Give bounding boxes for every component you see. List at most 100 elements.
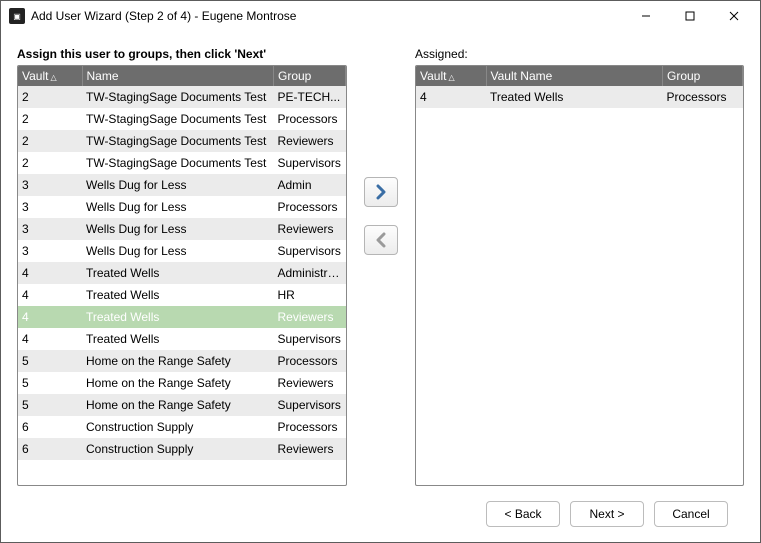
cell-name: Home on the Range Safety — [82, 394, 274, 416]
cell-vault: 4 — [416, 86, 486, 108]
cell-name: Construction Supply — [82, 416, 274, 438]
col-header-name[interactable]: Name — [82, 66, 274, 86]
table-row[interactable]: 4Treated WellsHR — [18, 284, 346, 306]
col-header-vault-name-text: Vault Name — [491, 69, 553, 83]
col-header-group[interactable]: Group — [663, 66, 743, 86]
cell-vault: 3 — [18, 240, 82, 262]
cell-vault: 5 — [18, 350, 82, 372]
table-row[interactable]: 4Treated WellsAdministrat... — [18, 262, 346, 284]
cell-vault: 2 — [18, 130, 82, 152]
cell-name: TW-StagingSage Documents Test — [82, 86, 274, 108]
cell-name: Wells Dug for Less — [82, 240, 274, 262]
cell-group: Reviewers — [274, 218, 346, 240]
cell-group: HR — [274, 284, 346, 306]
cell-vault: 6 — [18, 416, 82, 438]
available-pane: Assign this user to groups, then click '… — [17, 47, 347, 486]
titlebar: ▣ Add User Wizard (Step 2 of 4) - Eugene… — [1, 1, 760, 31]
app-icon: ▣ — [9, 8, 25, 24]
back-button[interactable]: < Back — [486, 501, 560, 527]
available-instruction: Assign this user to groups, then click '… — [17, 47, 347, 61]
col-header-group[interactable]: Group — [274, 66, 346, 86]
add-button[interactable] — [364, 177, 398, 207]
minimize-button[interactable] — [624, 2, 668, 30]
transfer-buttons — [363, 47, 399, 486]
table-row[interactable]: 5Home on the Range SafetyReviewers — [18, 372, 346, 394]
col-header-name-text: Name — [87, 69, 119, 83]
table-row[interactable]: 2TW-StagingSage Documents TestProcessors — [18, 108, 346, 130]
cell-name: TW-StagingSage Documents Test — [82, 152, 274, 174]
cell-name: Construction Supply — [82, 438, 274, 460]
cell-group: Processors — [274, 108, 346, 130]
table-row[interactable]: 3Wells Dug for LessAdmin — [18, 174, 346, 196]
cell-vault: 2 — [18, 108, 82, 130]
table-row[interactable]: 2TW-StagingSage Documents TestPE-TECH... — [18, 86, 346, 108]
col-header-vault[interactable]: Vault△ — [416, 66, 486, 86]
window: ▣ Add User Wizard (Step 2 of 4) - Eugene… — [0, 0, 761, 543]
table-row[interactable]: 3Wells Dug for LessProcessors — [18, 196, 346, 218]
sort-asc-icon: △ — [448, 73, 454, 82]
cell-vault: 4 — [18, 262, 82, 284]
window-title: Add User Wizard (Step 2 of 4) - Eugene M… — [31, 9, 624, 23]
content: Assign this user to groups, then click '… — [1, 31, 760, 542]
cell-name: TW-StagingSage Documents Test — [82, 108, 274, 130]
cell-name: Home on the Range Safety — [82, 372, 274, 394]
table-row[interactable]: 4Treated WellsReviewers — [18, 306, 346, 328]
cell-name: Treated Wells — [82, 328, 274, 350]
cell-group: Processors — [663, 86, 743, 108]
remove-button[interactable] — [364, 225, 398, 255]
close-button[interactable] — [712, 2, 756, 30]
cell-vault: 5 — [18, 394, 82, 416]
cell-group: Processors — [274, 196, 346, 218]
table-row[interactable]: 2TW-StagingSage Documents TestSupervisor… — [18, 152, 346, 174]
cell-vault: 4 — [18, 284, 82, 306]
cell-name: Home on the Range Safety — [82, 350, 274, 372]
cancel-button[interactable]: Cancel — [654, 501, 728, 527]
table-row[interactable]: 3Wells Dug for LessSupervisors — [18, 240, 346, 262]
table-row[interactable]: 6Construction SupplyProcessors — [18, 416, 346, 438]
wizard-footer: < Back Next > Cancel — [17, 486, 744, 542]
table-row[interactable]: 4Treated WellsSupervisors — [18, 328, 346, 350]
maximize-button[interactable] — [668, 2, 712, 30]
cell-vault: 4 — [18, 328, 82, 350]
cell-name: Treated Wells — [82, 284, 274, 306]
cell-name: Treated Wells — [82, 306, 274, 328]
cell-group: Administrat... — [274, 262, 346, 284]
table-row[interactable]: 6Construction SupplyReviewers — [18, 438, 346, 460]
col-header-group-text: Group — [667, 69, 700, 83]
panes: Assign this user to groups, then click '… — [17, 47, 744, 486]
cell-group: Processors — [274, 350, 346, 372]
cell-name: Wells Dug for Less — [82, 196, 274, 218]
cell-group: Reviewers — [274, 306, 346, 328]
next-button[interactable]: Next > — [570, 501, 644, 527]
cell-vault: 2 — [18, 152, 82, 174]
col-header-vault[interactable]: Vault△ — [18, 66, 82, 86]
col-header-vault-text: Vault — [420, 69, 446, 83]
assigned-instruction: Assigned: — [415, 47, 744, 61]
table-row[interactable]: 2TW-StagingSage Documents TestReviewers — [18, 130, 346, 152]
cell-vault: 6 — [18, 438, 82, 460]
cell-group: Supervisors — [274, 240, 346, 262]
cell-group: Reviewers — [274, 130, 346, 152]
cell-group: Supervisors — [274, 152, 346, 174]
cell-group: Supervisors — [274, 328, 346, 350]
cell-vault: 3 — [18, 218, 82, 240]
table-row[interactable]: 5Home on the Range SafetySupervisors — [18, 394, 346, 416]
cell-group: Reviewers — [274, 438, 346, 460]
col-header-vault-text: Vault — [22, 69, 48, 83]
assigned-list[interactable]: Vault△ Vault Name Group 4Treated WellsPr… — [415, 65, 744, 486]
cell-name: Treated Wells — [82, 262, 274, 284]
available-list[interactable]: Vault△ Name Group 2TW-StagingSage Docume… — [17, 65, 347, 486]
cell-group: Processors — [274, 416, 346, 438]
table-row[interactable]: 5Home on the Range SafetyProcessors — [18, 350, 346, 372]
cell-vault: 5 — [18, 372, 82, 394]
table-row[interactable]: 3Wells Dug for LessReviewers — [18, 218, 346, 240]
col-header-vault-name[interactable]: Vault Name — [486, 66, 663, 86]
table-row[interactable]: 4Treated WellsProcessors — [416, 86, 743, 108]
cell-name: Wells Dug for Less — [82, 174, 274, 196]
cell-group: PE-TECH... — [274, 86, 346, 108]
assigned-pane: Assigned: Vault△ Vault Name Group 4Treat… — [415, 47, 744, 486]
cell-name: Wells Dug for Less — [82, 218, 274, 240]
cell-vault: 3 — [18, 174, 82, 196]
col-header-group-text: Group — [278, 69, 311, 83]
cell-group: Admin — [274, 174, 346, 196]
